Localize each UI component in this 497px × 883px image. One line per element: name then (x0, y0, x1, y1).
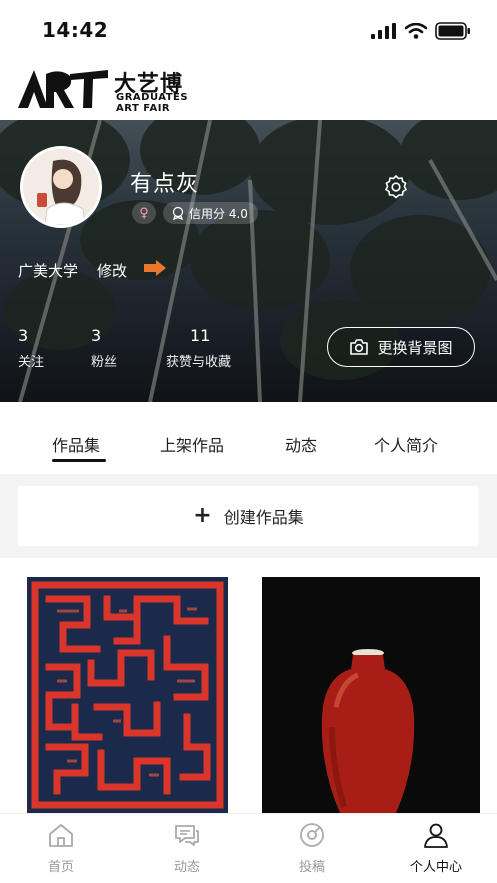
chat-icon (175, 825, 199, 846)
artwork-thumbnail[interactable] (262, 577, 480, 813)
wifi-icon (405, 23, 427, 39)
create-collection-button[interactable]: + 创建作品集 (18, 486, 479, 546)
bottom-nav: 首页 动态 投稿 个人中心 (0, 813, 497, 883)
maze-artwork-image (27, 577, 228, 813)
stat-followers[interactable]: 3 粉丝 (91, 326, 119, 370)
stat-followers-label: 粉丝 (91, 355, 118, 370)
stat-likes-label: 获赞与收藏 (166, 355, 232, 370)
credit-icon (172, 206, 184, 220)
brand-en: GRADUATES ART FAIR (116, 92, 188, 114)
home-icon (49, 824, 73, 847)
nav-submit-label: 投稿 (298, 860, 325, 875)
change-background-button[interactable]: 更换背景图 (327, 327, 475, 367)
active-tab-indicator (52, 459, 106, 462)
profile-tabs: 作品集 上架作品 动态 个人简介 (0, 402, 497, 474)
brand-en-line2: ART FAIR (116, 103, 171, 114)
person-icon (424, 823, 448, 848)
school-name: 广美大学 (18, 262, 79, 280)
change-background-label: 更换背景图 (377, 338, 453, 357)
tab-collections[interactable]: 作品集 (52, 432, 100, 456)
camera-icon (350, 339, 369, 355)
app-header: 大艺博 GRADUATES ART FAIR (0, 58, 497, 120)
status-time: 14:42 (42, 18, 109, 42)
art-logo-icon (18, 70, 108, 108)
credit-score-text: 信用分 4.0 (189, 206, 248, 221)
battery-icon (435, 22, 470, 40)
stat-following[interactable]: 3 关注 (18, 326, 46, 370)
username: 有点灰 (130, 172, 200, 197)
stat-following-label: 关注 (18, 355, 45, 370)
tab-listed-works[interactable]: 上架作品 (160, 432, 224, 456)
tab-activity[interactable]: 动态 (285, 432, 317, 456)
nav-profile-label: 个人中心 (409, 860, 462, 875)
artwork-thumbnail[interactable] (27, 577, 228, 813)
plus-icon: + (193, 503, 212, 528)
nav-activity[interactable]: 动态 (147, 822, 227, 875)
nav-activity-label: 动态 (173, 860, 200, 875)
avatar-illustration-icon (23, 149, 99, 225)
tab-bio[interactable]: 个人简介 (374, 432, 438, 456)
submit-icon (300, 823, 324, 847)
red-vase-image (262, 577, 480, 813)
profile-hero: 有点灰 ♀ 信用分 4.0 广美大学 修改 3 关注 3 粉丝 11 获赞与收藏 (0, 120, 497, 402)
nav-home-label: 首页 (47, 860, 74, 875)
avatar[interactable] (20, 146, 102, 228)
gear-icon (385, 175, 407, 199)
credit-score-badge: 信用分 4.0 (163, 202, 258, 224)
gender-badge: ♀ (132, 202, 156, 224)
nav-submit[interactable]: 投稿 (272, 822, 352, 875)
settings-button[interactable] (381, 172, 411, 202)
works-grid (0, 558, 497, 813)
stat-following-value: 3 (18, 326, 29, 345)
stat-followers-value: 3 (91, 326, 102, 345)
status-bar: 14:42 (0, 0, 497, 58)
brand-en-line1: GRADUATES (116, 92, 189, 103)
nav-profile[interactable]: 个人中心 (396, 822, 476, 875)
signal-icon (371, 23, 396, 39)
pointing-hand-icon[interactable] (142, 258, 168, 278)
create-collection-section: + 创建作品集 (0, 474, 497, 558)
nav-home[interactable]: 首页 (21, 822, 101, 875)
female-icon: ♀ (139, 205, 149, 221)
edit-school-link[interactable]: 修改 (97, 260, 127, 281)
status-icons (371, 22, 471, 40)
stat-likes[interactable]: 11 获赞与收藏 (166, 326, 246, 370)
create-collection-label: 创建作品集 (223, 508, 304, 527)
stat-likes-value: 11 (190, 326, 211, 345)
